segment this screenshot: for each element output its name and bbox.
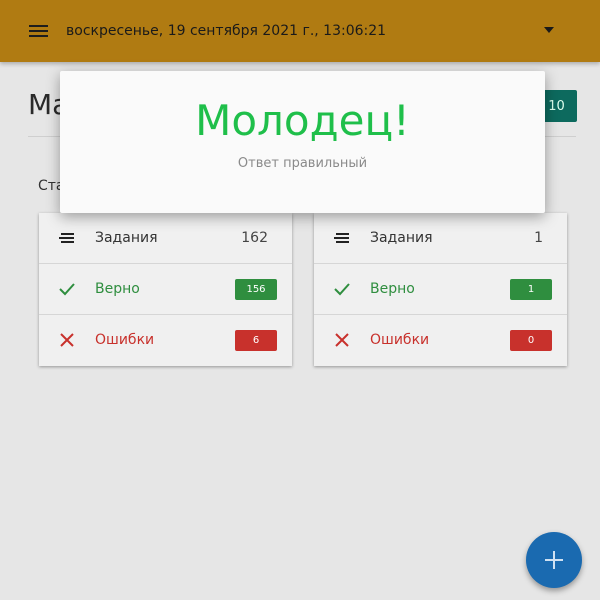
dialog-title: Молодец! [195, 96, 410, 145]
success-dialog[interactable]: Молодец! Ответ правильный [60, 71, 545, 213]
dialog-subtitle: Ответ правильный [237, 156, 368, 171]
